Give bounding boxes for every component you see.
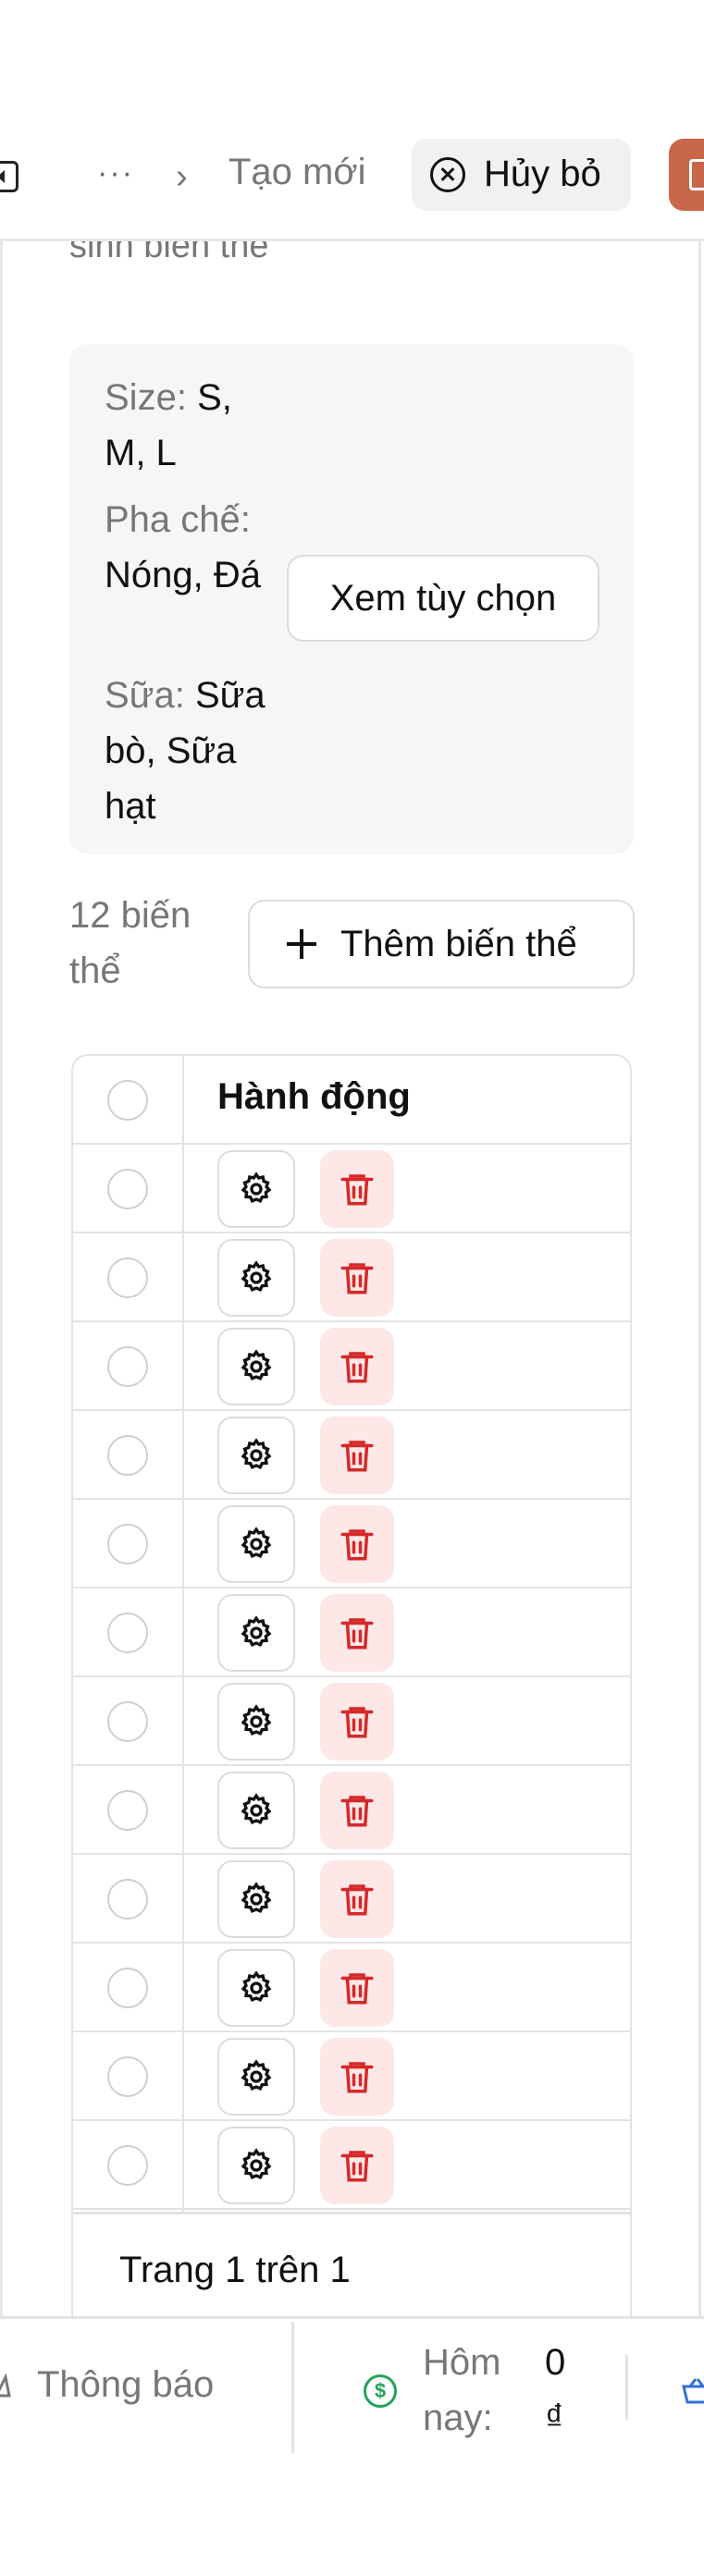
pagination-info: Trang 1 trên 1 [119, 2250, 351, 2290]
row-checkbox[interactable] [107, 1524, 148, 1564]
row-delete-button[interactable] [320, 1594, 394, 1672]
breadcrumb-chevron-icon: › [176, 157, 188, 196]
table-row [73, 1500, 630, 1589]
column-header-actions: Hành động [217, 1076, 411, 1117]
table-row [73, 1944, 630, 2032]
table-footer: Trang 1 trên 1 [73, 2212, 630, 2328]
save-button[interactable] [669, 139, 704, 211]
status-divider [291, 2322, 294, 2453]
plus-icon [287, 929, 316, 959]
row-checkbox[interactable] [107, 1879, 148, 1920]
option-brew: Pha chế: Nóng, Đá [105, 492, 280, 603]
table-row [73, 1589, 630, 1677]
breadcrumb-more[interactable]: ··· [97, 155, 134, 191]
page-header: ··· › Tạo mới Hủy bỏ [0, 0, 704, 241]
table-row [73, 1322, 630, 1411]
row-settings-button[interactable] [217, 1860, 295, 1938]
breadcrumb-current: Tạo mới [228, 152, 366, 192]
table-row [73, 1145, 630, 1233]
option-milk-key: Sữa: [105, 675, 185, 716]
row-checkbox[interactable] [107, 1613, 148, 1653]
close-circle-icon [430, 157, 465, 192]
option-size: Size: S, M, L [105, 370, 280, 481]
row-delete-button[interactable] [320, 2127, 394, 2204]
status-bar: Thông báo $ Hôm nay: 0 ₫ [0, 2316, 704, 2576]
row-checkbox[interactable] [107, 1257, 148, 1298]
row-delete-button[interactable] [320, 1417, 394, 1494]
table-row [73, 1677, 630, 1766]
option-brew-key: Pha chế: [105, 499, 251, 540]
frame-right-border [698, 236, 701, 2316]
frame-left-border [0, 236, 3, 2316]
row-delete-button[interactable] [320, 1328, 394, 1405]
table-header-row: Hành động [73, 1056, 630, 1145]
add-variant-button[interactable]: Thêm biến thể [248, 900, 635, 988]
option-milk: Sữa: Sữa bò, Sữa hạt [105, 668, 280, 834]
row-settings-button[interactable] [217, 1594, 295, 1672]
row-settings-button[interactable] [217, 1239, 295, 1317]
table-row [73, 1766, 630, 1855]
row-checkbox[interactable] [107, 1346, 148, 1387]
row-delete-button[interactable] [320, 1949, 394, 2027]
add-variant-label: Thêm biến thể [340, 924, 577, 964]
row-settings-button[interactable] [217, 1505, 295, 1583]
row-checkbox[interactable] [107, 1701, 148, 1742]
row-settings-button[interactable] [217, 1328, 295, 1405]
row-delete-button[interactable] [320, 1505, 394, 1583]
cancel-label: Hủy bỏ [484, 153, 601, 194]
row-settings-button[interactable] [217, 2127, 295, 2204]
table-row [73, 1411, 630, 1500]
row-delete-button[interactable] [320, 1772, 394, 1849]
row-settings-button[interactable] [217, 1150, 295, 1228]
variant-count: 12 biến thể [69, 895, 191, 991]
row-settings-button[interactable] [217, 2038, 295, 2116]
row-checkbox[interactable] [107, 2145, 148, 2186]
table-row [73, 1233, 630, 1322]
option-size-key: Size: [105, 377, 187, 418]
row-checkbox[interactable] [107, 2056, 148, 2097]
bell-icon [0, 2374, 11, 2398]
header-divider [0, 239, 704, 241]
variants-table: Hành động Trang 1 trên 1 [71, 1054, 632, 2330]
row-delete-button[interactable] [320, 2038, 394, 2116]
row-settings-button[interactable] [217, 1683, 295, 1760]
table-row [73, 1855, 630, 1944]
table-row [73, 2032, 630, 2121]
options-summary-card: Size: S, M, L Pha chế: Nóng, Đá Sữa: Sữa… [69, 344, 634, 854]
row-checkbox[interactable] [107, 1169, 148, 1209]
select-all-checkbox[interactable] [107, 1080, 148, 1121]
cancel-button[interactable]: Hủy bỏ [412, 139, 631, 211]
table-row [73, 2121, 630, 2210]
row-settings-button[interactable] [217, 1772, 295, 1849]
row-delete-button[interactable] [320, 1683, 394, 1760]
row-delete-button[interactable] [320, 1239, 394, 1317]
status-bar-divider [0, 2316, 704, 2319]
notifications-label[interactable]: Thông báo [37, 2364, 214, 2406]
view-options-button[interactable]: Xem tùy chọn [287, 555, 599, 642]
today-label: Hôm nay: [423, 2342, 501, 2438]
row-checkbox[interactable] [107, 1435, 148, 1476]
row-checkbox[interactable] [107, 1968, 148, 2008]
today-value: 0 ₫ [545, 2342, 566, 2438]
sidebar-toggle-icon[interactable] [0, 161, 19, 192]
row-settings-button[interactable] [217, 1417, 295, 1494]
option-brew-value: Nóng, Đá [105, 555, 261, 595]
row-checkbox[interactable] [107, 1790, 148, 1831]
basket-icon[interactable] [681, 2377, 704, 2405]
row-delete-button[interactable] [320, 1150, 394, 1228]
row-settings-button[interactable] [217, 1949, 295, 2027]
row-delete-button[interactable] [320, 1860, 394, 1938]
status-divider-2 [625, 2355, 628, 2420]
dollar-icon: $ [364, 2374, 397, 2408]
save-icon [689, 159, 704, 190]
